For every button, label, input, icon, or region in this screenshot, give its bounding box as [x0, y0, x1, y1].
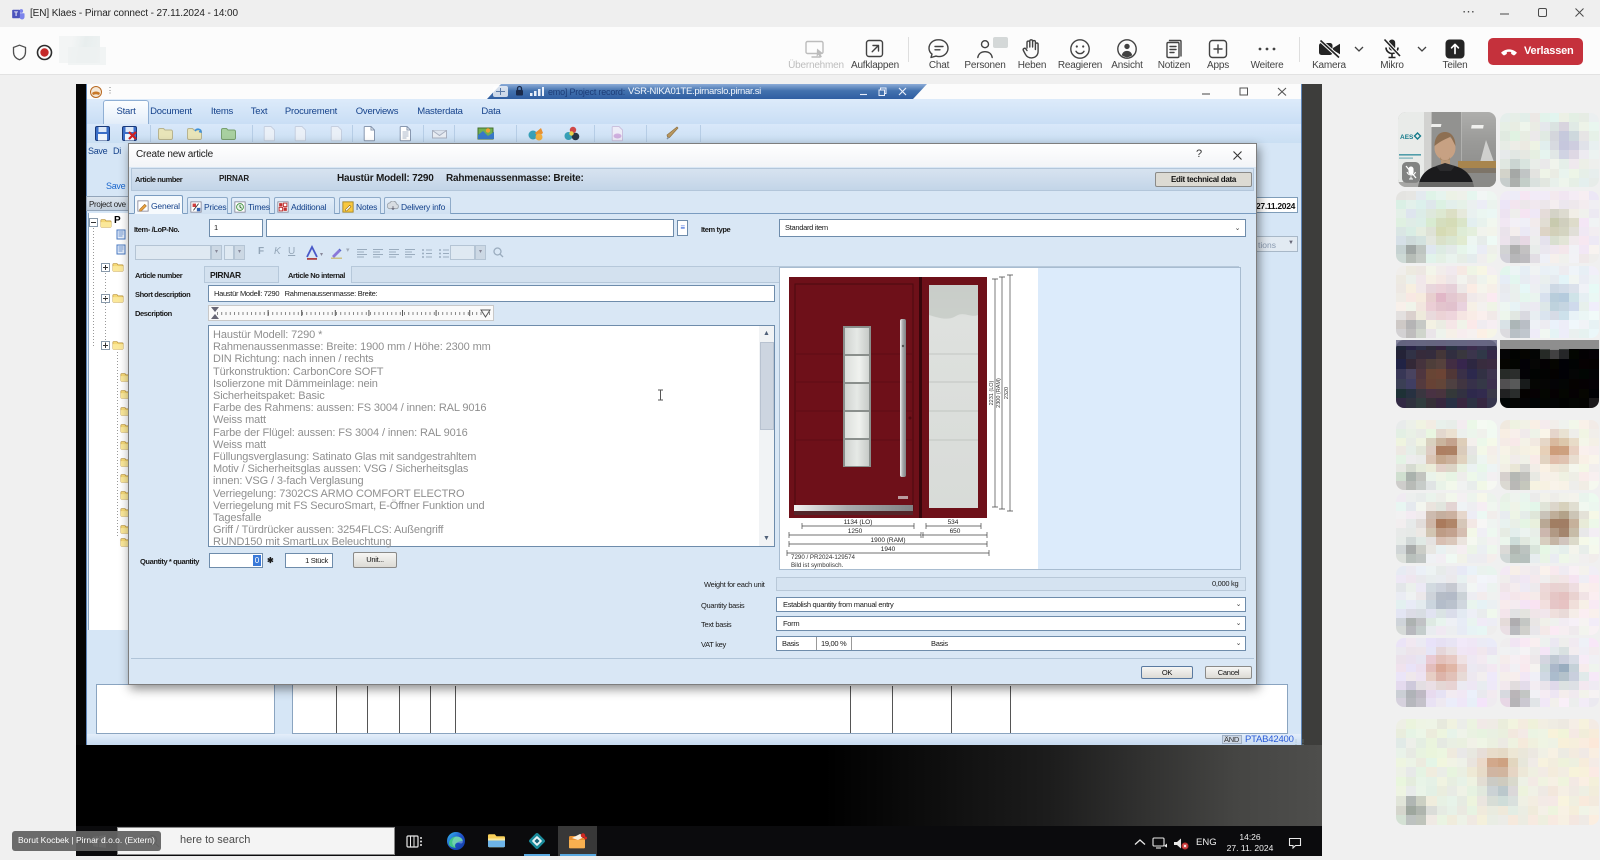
- svg-text:1940: 1940: [881, 546, 896, 553]
- svg-text:Bild ist symbolisch.: Bild ist symbolisch.: [791, 562, 844, 569]
- svg-text:650: 650: [950, 528, 961, 535]
- svg-text:1250: 1250: [848, 528, 863, 535]
- svg-text:2231 (LO): 2231 (LO): [989, 380, 995, 405]
- svg-text:534: 534: [948, 519, 959, 526]
- svg-text:T: T: [14, 11, 18, 18]
- svg-text:2300 (RAM): 2300 (RAM): [996, 378, 1002, 408]
- svg-text:2320: 2320: [1004, 387, 1010, 399]
- svg-text:1900 (RAM): 1900 (RAM): [870, 537, 905, 544]
- svg-text:AES: AES: [1400, 134, 1414, 141]
- svg-text:1134 (LO): 1134 (LO): [844, 519, 873, 526]
- svg-text:▾: ▾: [320, 252, 323, 258]
- svg-text:7290 / PR2024-129574: 7290 / PR2024-129574: [791, 554, 856, 561]
